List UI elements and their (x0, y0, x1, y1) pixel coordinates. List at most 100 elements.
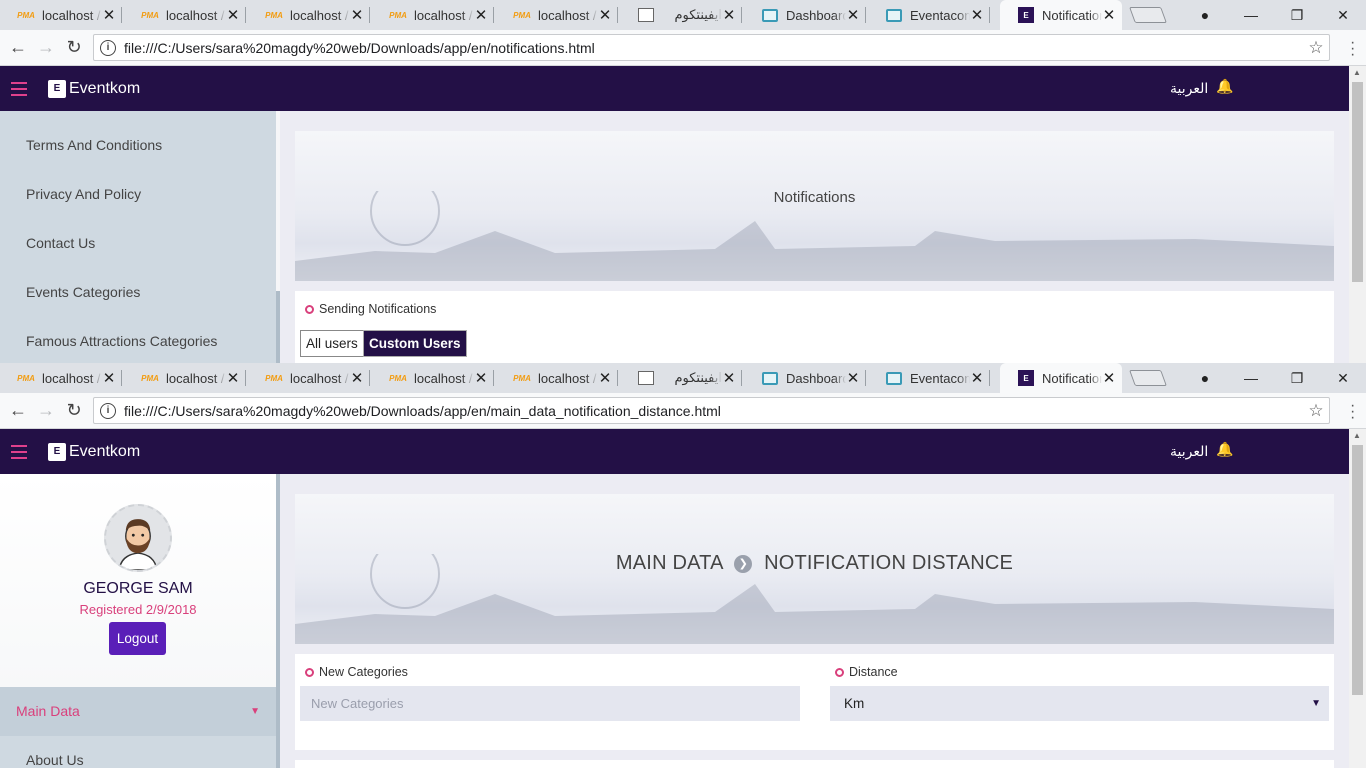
forward-icon[interactable]: → (32, 37, 60, 58)
browser-tab[interactable]: ايفينتكوم ✕ (620, 363, 742, 393)
sidebar-item-events-categories[interactable]: Events Categories (0, 268, 280, 317)
sidebar-item-about[interactable]: About Us (0, 736, 276, 768)
close-tab-icon[interactable]: ✕ (598, 369, 612, 387)
close-tab-icon[interactable]: ✕ (598, 6, 612, 24)
sidebar-item-privacy[interactable]: Privacy And Policy (0, 170, 280, 219)
browser-tab[interactable]: Dashboard -✕ (744, 363, 866, 393)
sidebar-item-attractions-categories[interactable]: Famous Attractions Categories (0, 317, 280, 363)
custom-users-button[interactable]: Custom Users (363, 330, 467, 357)
browser-tab[interactable]: PMA localhost / 1✕ (496, 363, 618, 393)
sidebar-item-terms[interactable]: Terms And Conditions (0, 121, 280, 170)
sidebar-item-main-data[interactable]: Main Data ▼ (0, 687, 276, 736)
reload-icon[interactable]: ↻ (60, 400, 88, 421)
close-tab-icon[interactable]: ✕ (102, 369, 116, 387)
profile-icon[interactable]: ● (1182, 363, 1228, 393)
info-icon[interactable]: i (100, 39, 116, 56)
browser-tab[interactable]: PMA localhost / 1✕ (124, 0, 246, 30)
browser-tab[interactable]: ايفينتكوم ✕ (620, 0, 742, 30)
browser-tab[interactable]: PMA localhost / 1✕ (372, 0, 494, 30)
reload-icon[interactable]: ↻ (60, 37, 88, 58)
browser-tab[interactable]: PMA localhost / 1✕ (496, 0, 618, 30)
address-bar[interactable]: i file:///C:/Users/sara%20magdy%20web/Do… (93, 397, 1330, 424)
tab-title: localhost / 1 (42, 370, 102, 386)
new-tab-button[interactable] (1129, 370, 1167, 386)
page-scrollbar[interactable]: ▲ (1349, 66, 1366, 363)
browser-tab-active[interactable]: E Notification ✕ (1000, 363, 1122, 393)
url-text[interactable]: file:///C:/Users/sara%20magdy%20web/Down… (124, 40, 1303, 56)
close-tab-icon[interactable]: ✕ (846, 6, 860, 24)
logo[interactable]: E Eventkom (48, 442, 140, 461)
url-text[interactable]: file:///C:/Users/sara%20magdy%20web/Down… (124, 403, 1303, 419)
avatar[interactable] (104, 504, 172, 572)
distance-select[interactable]: Km ▼ (830, 686, 1329, 721)
back-icon[interactable]: ← (4, 37, 32, 58)
browser-tab[interactable]: Eventacom-✕ (868, 363, 990, 393)
browser-tab[interactable]: PMA localhost / 1✕ (248, 363, 370, 393)
close-tab-icon[interactable]: ✕ (1102, 369, 1116, 387)
restore-icon[interactable]: ❐ (1274, 363, 1320, 393)
close-tab-icon[interactable]: ✕ (474, 6, 488, 24)
browser-tab[interactable]: PMA localhost / 1✕ (0, 0, 122, 30)
scroll-up-icon[interactable]: ▲ (1353, 431, 1361, 440)
close-tab-icon[interactable]: ✕ (1102, 6, 1116, 24)
hamburger-menu-icon[interactable] (0, 66, 38, 111)
pma-icon: PMA (141, 10, 159, 20)
scrollbar-thumb[interactable] (1352, 445, 1363, 695)
bell-icon[interactable]: 🔔 (1216, 441, 1233, 458)
bookmark-star-icon[interactable]: ☆ (1303, 401, 1329, 421)
close-tab-icon[interactable]: ✕ (970, 6, 984, 24)
browser-menu-icon[interactable]: · · · (1350, 35, 1356, 63)
page-scrollbar[interactable]: ▲ (1349, 429, 1366, 768)
minimize-icon[interactable]: — (1228, 363, 1274, 393)
notification-card: Sending Notifications All users Custom U… (295, 291, 1334, 363)
hamburger-menu-icon[interactable] (0, 429, 38, 474)
close-tab-icon[interactable]: ✕ (474, 369, 488, 387)
browser-tab-active[interactable]: E Notification ✕ (1000, 0, 1122, 30)
close-tab-icon[interactable]: ✕ (350, 369, 364, 387)
scrollbar-thumb[interactable] (1352, 82, 1363, 282)
browser-tab[interactable]: Dashboard -✕ (744, 0, 866, 30)
close-tab-icon[interactable]: ✕ (226, 6, 240, 24)
close-tab-icon[interactable]: ✕ (350, 6, 364, 24)
browser-tab[interactable]: PMA localhost / 1✕ (0, 363, 122, 393)
logo[interactable]: E Eventkom (48, 79, 140, 98)
address-bar[interactable]: i file:///C:/Users/sara%20magdy%20web/Do… (93, 34, 1330, 61)
new-categories-input[interactable]: New Categories (300, 686, 800, 721)
close-tab-icon[interactable]: ✕ (970, 369, 984, 387)
browser-tab[interactable]: PMA localhost / 1✕ (248, 0, 370, 30)
all-users-button[interactable]: All users (300, 330, 364, 357)
profile-icon[interactable]: ● (1182, 0, 1228, 30)
breadcrumb-main-data[interactable]: MAIN DATA (616, 552, 723, 574)
info-icon[interactable]: i (100, 402, 116, 419)
minimize-icon[interactable]: — (1228, 0, 1274, 30)
close-tab-icon[interactable]: ✕ (226, 369, 240, 387)
restore-icon[interactable]: ❐ (1274, 0, 1320, 30)
close-tab-icon[interactable]: ✕ (846, 369, 860, 387)
forward-icon[interactable]: → (32, 400, 60, 421)
new-tab-button[interactable] (1129, 7, 1167, 23)
close-window-icon[interactable]: ✕ (1320, 363, 1366, 393)
distance-label: Distance (835, 665, 898, 679)
browser-tab[interactable]: PMA localhost / 1✕ (124, 363, 246, 393)
browser-tab[interactable]: PMA localhost / 1✕ (372, 363, 494, 393)
scroll-up-icon[interactable]: ▲ (1353, 68, 1361, 77)
bookmark-star-icon[interactable]: ☆ (1303, 38, 1329, 58)
language-switch[interactable]: العربية (1170, 443, 1208, 460)
dashboard-icon (886, 371, 902, 385)
back-icon[interactable]: ← (4, 400, 32, 421)
browser-menu-icon[interactable]: · · · (1350, 398, 1356, 426)
language-switch[interactable]: العربية (1170, 80, 1208, 97)
sidebar-item-contact[interactable]: Contact Us (0, 219, 280, 268)
close-window-icon[interactable]: ✕ (1320, 0, 1366, 30)
bell-icon[interactable]: 🔔 (1216, 78, 1233, 95)
logout-button[interactable]: Logout (109, 622, 166, 655)
bullet-icon (305, 304, 314, 314)
close-tab-icon[interactable]: ✕ (722, 369, 736, 387)
browser-tab[interactable]: Eventacom-✕ (868, 0, 990, 30)
close-tab-icon[interactable]: ✕ (102, 6, 116, 24)
pma-icon: PMA (389, 373, 407, 383)
close-tab-icon[interactable]: ✕ (722, 6, 736, 24)
user-name: GEORGE SAM (83, 580, 193, 597)
dashboard-icon (762, 371, 778, 385)
registered-date: Registered 2/9/2018 (79, 602, 197, 617)
